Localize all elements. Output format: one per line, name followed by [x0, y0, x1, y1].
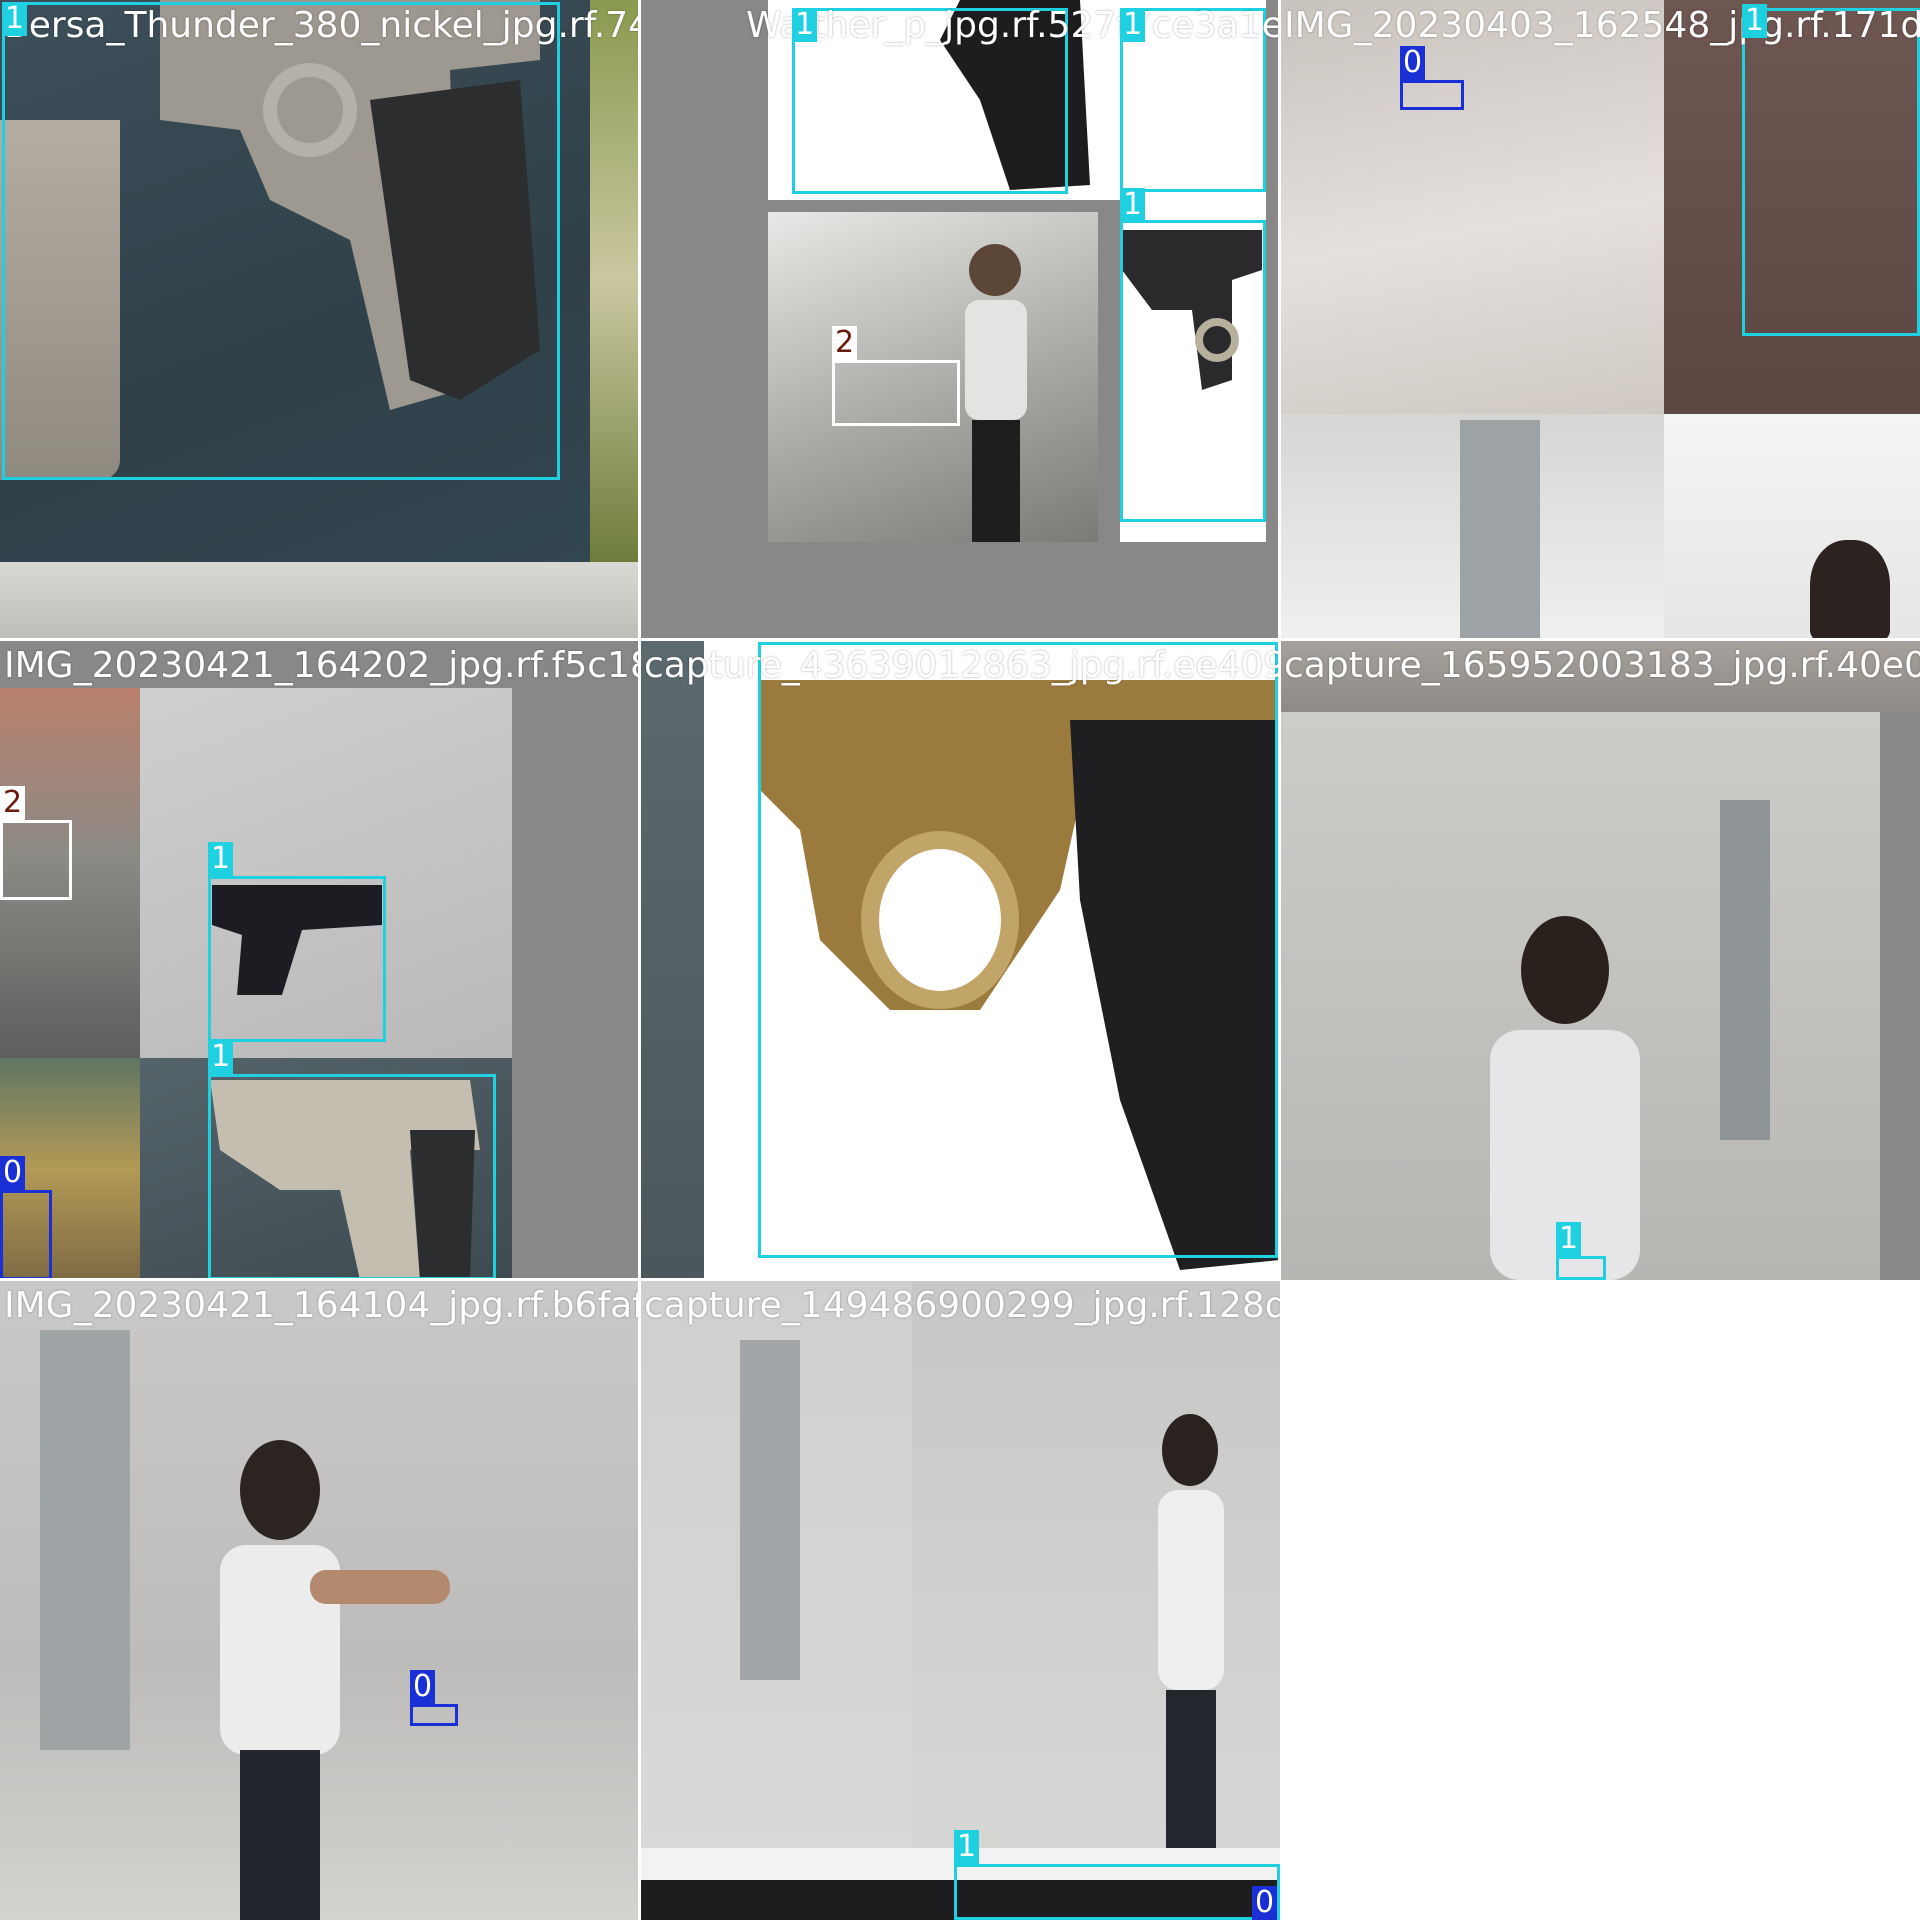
mosaic-tile-5[interactable]: 1 capture_165952003183_jpg.rf.40e03f: [1280, 640, 1920, 1280]
detection-class-label: 1: [954, 1830, 980, 1864]
detection-box[interactable]: [0, 820, 72, 900]
mosaic-tile-3[interactable]: 2 1 1 0 IMG_20230421_164202_jpg.rf.f5c18…: [0, 640, 640, 1280]
tile-photo-room: [0, 562, 640, 640]
tile-filename: capture_149486900299_jpg.rf.128d0a92c5b7: [644, 1285, 1280, 1326]
mosaic-tile-0[interactable]: 1 Bersa_Thunder_380_nickel_jpg.rf.74f732…: [0, 0, 640, 640]
detection-box[interactable]: [2, 2, 560, 480]
grid-separator: [0, 1278, 1280, 1281]
detection-class-label: 1: [1120, 188, 1146, 222]
detection-box[interactable]: [1742, 8, 1920, 336]
detection-box[interactable]: [1400, 80, 1464, 110]
detection-class-label: 1: [792, 8, 818, 42]
door-silhouette: [1460, 420, 1540, 640]
detection-class-label: 1: [1556, 1222, 1582, 1256]
detection-class-label: 1: [208, 1040, 234, 1074]
person-silhouette: [1140, 1410, 1240, 1848]
tile-photo-foliage: [590, 0, 640, 562]
tile-photo-fabric-edge: [640, 640, 704, 1280]
door-silhouette: [1720, 800, 1770, 1140]
detection-box[interactable]: [1556, 1256, 1606, 1280]
detection-box[interactable]: [208, 876, 386, 1042]
grid-separator: [0, 638, 1920, 641]
grid-separator: [638, 0, 641, 1920]
tile-filename: IMG_20230421_164104_jpg.rf.b6faf2: [4, 1285, 640, 1326]
door-silhouette: [40, 1330, 130, 1750]
detection-box[interactable]: [1120, 220, 1266, 522]
person-head-silhouette: [1810, 540, 1890, 640]
mosaic-tile-1[interactable]: 1 1 1 2 Walther_p_jpg.rf.527f7ce3a1ea135…: [640, 0, 1280, 640]
detection-class-label: 1: [208, 842, 234, 876]
tile-filename: Walther_p_jpg.rf.527f7ce3a1ea1358d2af0: [746, 5, 1280, 46]
detection-class-label: 1: [1742, 4, 1768, 38]
detection-class-label: 2: [832, 326, 858, 360]
detection-class-label: 0: [1252, 1886, 1278, 1920]
mosaic-tile-4[interactable]: 1 capture_43639012863_jpg.rf.ee409ade: [640, 640, 1280, 1280]
detection-box[interactable]: [758, 642, 1278, 1258]
detection-box[interactable]: [832, 360, 960, 426]
door-silhouette: [740, 1340, 800, 1680]
detection-class-label: 1: [1120, 8, 1146, 42]
detection-class-label: 1: [2, 2, 28, 36]
tile-filename: capture_43639012863_jpg.rf.ee409ade: [644, 645, 1280, 686]
tile-filename: IMG_20230421_164202_jpg.rf.f5c186: [4, 645, 640, 686]
detection-class-label: 0: [410, 1670, 436, 1704]
mosaic-tile-6[interactable]: 0 IMG_20230421_164104_jpg.rf.b6faf2: [0, 1280, 640, 1920]
detection-box[interactable]: [410, 1704, 458, 1726]
mosaic-tile-2[interactable]: 0 1 IMG_20230403_162548_jpg.rf.171d5: [1280, 0, 1920, 640]
detection-box[interactable]: [0, 1190, 52, 1280]
tile-photo-classroom: [1280, 0, 1664, 414]
tile-photo-gray-pad: [1880, 712, 1920, 1280]
detection-box[interactable]: [954, 1864, 1280, 1920]
detection-class-label: 2: [0, 786, 26, 820]
detection-class-label: 0: [0, 1156, 26, 1190]
detection-class-label: 0: [1400, 46, 1426, 80]
tile-filename: Bersa_Thunder_380_nickel_jpg.rf.74f7327f: [4, 5, 640, 46]
mosaic-tile-7[interactable]: 0 1 capture_149486900299_jpg.rf.128d0a92…: [640, 1280, 1280, 1920]
tile-filename: capture_165952003183_jpg.rf.40e03f: [1284, 645, 1920, 686]
tile-filename: IMG_20230403_162548_jpg.rf.171d5: [1284, 5, 1920, 46]
detection-box[interactable]: [208, 1074, 496, 1280]
